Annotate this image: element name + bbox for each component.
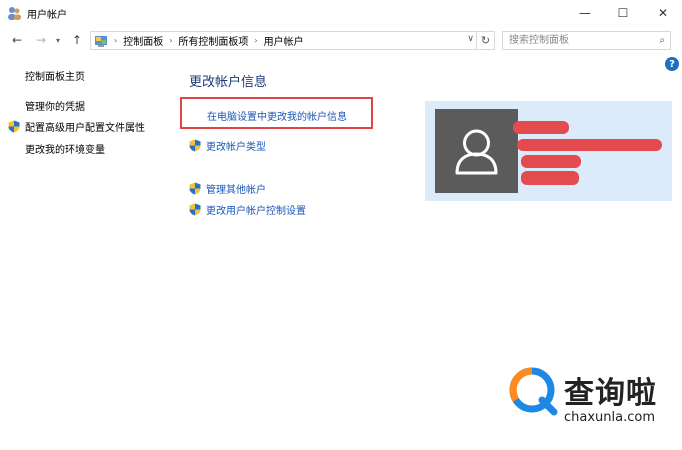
breadcrumb-user-accounts[interactable]: 用户帐户 bbox=[264, 33, 304, 48]
back-button[interactable]: ← bbox=[8, 30, 26, 50]
avatar[interactable] bbox=[435, 109, 518, 193]
up-button[interactable]: ↑ bbox=[68, 30, 86, 50]
brand-logo-icon bbox=[509, 367, 558, 416]
search-input[interactable] bbox=[503, 32, 648, 49]
page-title: 更改帐户信息 bbox=[189, 75, 268, 90]
close-button[interactable]: ✕ bbox=[646, 0, 680, 26]
navigation-bar: ← → ▾ ↑ › 控制面板 › 所有控制面板项 › 用户帐户 ∨ ↻ ⌕ bbox=[0, 28, 682, 52]
redacted-account-type bbox=[517, 139, 662, 151]
breadcrumb-all-items[interactable]: 所有控制面板项 bbox=[178, 33, 248, 48]
chevron-down-icon[interactable]: ∨ bbox=[467, 34, 474, 44]
shield-icon bbox=[189, 182, 201, 195]
recent-locations-button[interactable]: ▾ bbox=[52, 30, 64, 50]
breadcrumb-separator: › bbox=[254, 36, 258, 45]
brand-name: 查询啦 bbox=[564, 376, 657, 411]
search-icon[interactable]: ⌕ bbox=[659, 35, 665, 46]
breadcrumb-separator: › bbox=[169, 36, 173, 45]
shield-icon bbox=[189, 203, 201, 216]
manage-other-accounts-link[interactable]: 管理其他帐户 bbox=[189, 181, 266, 196]
link-label: 更改帐户类型 bbox=[206, 142, 266, 153]
change-account-type-link[interactable]: 更改帐户类型 bbox=[189, 138, 266, 153]
shield-icon bbox=[8, 120, 20, 133]
minimize-button[interactable]: — bbox=[568, 0, 602, 26]
sidebar-item-environment-variables[interactable]: 更改我的环境变量 bbox=[25, 141, 105, 156]
sidebar-item-label: 管理你的凭据 bbox=[25, 102, 85, 113]
maximize-button[interactable]: ☐ bbox=[606, 0, 640, 26]
help-button[interactable]: ? bbox=[665, 57, 679, 71]
redacted-account-name bbox=[513, 121, 569, 134]
breadcrumb-control-panel[interactable]: 控制面板 bbox=[123, 33, 163, 48]
title-bar: 用户帐户 — ☐ ✕ bbox=[0, 0, 682, 26]
refresh-button[interactable]: ↻ bbox=[477, 31, 495, 50]
link-label: 在电脑设置中更改我的帐户信息 bbox=[207, 112, 347, 123]
sidebar-item-label: 配置高级用户配置文件属性 bbox=[25, 123, 145, 134]
forward-button[interactable]: → bbox=[32, 30, 50, 50]
link-label: 更改用户帐户控制设置 bbox=[206, 206, 306, 217]
users-icon bbox=[8, 7, 21, 20]
user-icon bbox=[455, 129, 498, 175]
control-panel-icon bbox=[95, 35, 107, 47]
search-box[interactable]: ⌕ bbox=[502, 31, 671, 50]
sidebar-item-advanced-profile[interactable]: 配置高级用户配置文件属性 bbox=[8, 119, 145, 134]
sidebar-item-label: 控制面板主页 bbox=[25, 72, 85, 83]
link-label: 管理其他帐户 bbox=[206, 185, 266, 196]
watermark: 查询啦 chaxunla.com bbox=[508, 366, 678, 436]
address-bar[interactable]: › 控制面板 › 所有控制面板项 › 用户帐户 ∨ bbox=[90, 31, 477, 50]
window-title: 用户帐户 bbox=[27, 10, 67, 21]
sidebar-item-label: 更改我的环境变量 bbox=[25, 145, 105, 156]
sidebar-item-manage-credentials[interactable]: 管理你的凭据 bbox=[25, 98, 85, 113]
account-info-panel bbox=[425, 101, 672, 201]
redacted-account-status bbox=[521, 171, 579, 185]
brand-url: chaxunla.com bbox=[564, 410, 655, 425]
change-uac-settings-link[interactable]: 更改用户帐户控制设置 bbox=[189, 202, 306, 217]
sidebar-item-control-panel-home[interactable]: 控制面板主页 bbox=[25, 68, 85, 83]
shield-icon bbox=[189, 139, 201, 152]
breadcrumb-separator: › bbox=[114, 36, 118, 45]
redacted-account-email bbox=[521, 155, 581, 168]
change-account-in-pc-settings-link[interactable]: 在电脑设置中更改我的帐户信息 bbox=[207, 108, 347, 123]
